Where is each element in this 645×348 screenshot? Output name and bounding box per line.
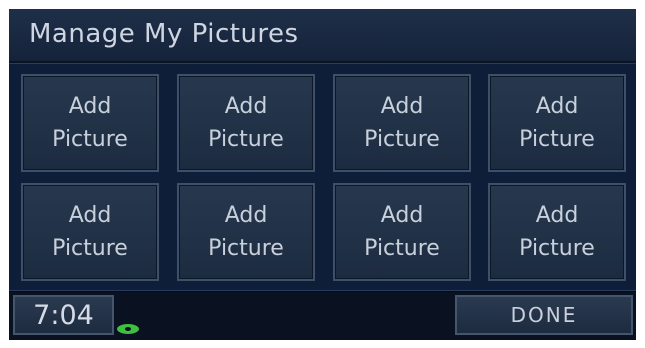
slot-label-line1: Add [68,94,112,119]
add-picture-slot-4[interactable]: Add Picture [488,74,626,172]
status-bar: 7:04 DONE [9,292,636,340]
slot-label-line2: Picture [519,127,595,152]
slot-label-line1: Add [380,203,424,228]
done-button[interactable]: DONE [455,295,633,335]
picture-grid: Add Picture Add Picture Add Picture Add … [9,63,636,291]
add-picture-slot-8[interactable]: Add Picture [488,183,626,281]
slot-label-line2: Picture [519,236,595,261]
slot-label-line1: Add [380,94,424,119]
slot-label-line1: Add [224,94,268,119]
page-title: Manage My Pictures [29,19,299,49]
head-unit-screen: Manage My Pictures Add Picture Add Pictu… [9,9,636,340]
slot-label-line2: Picture [52,236,128,261]
slot-label-line2: Picture [52,127,128,152]
add-picture-slot-3[interactable]: Add Picture [333,74,471,172]
slot-label-line1: Add [68,203,112,228]
add-picture-slot-1[interactable]: Add Picture [21,74,159,172]
slot-label-line2: Picture [208,127,284,152]
slot-label-line2: Picture [364,127,440,152]
clock-display: 7:04 [13,295,114,335]
add-picture-slot-2[interactable]: Add Picture [177,74,315,172]
slot-label-line1: Add [535,203,579,228]
add-picture-slot-7[interactable]: Add Picture [333,183,471,281]
slot-label-line2: Picture [364,236,440,261]
add-picture-slot-5[interactable]: Add Picture [21,183,159,281]
slot-label-line1: Add [535,94,579,119]
disc-icon [117,324,139,334]
title-bar: Manage My Pictures [9,9,636,63]
add-picture-slot-6[interactable]: Add Picture [177,183,315,281]
slot-label-line2: Picture [208,236,284,261]
slot-label-line1: Add [224,203,268,228]
